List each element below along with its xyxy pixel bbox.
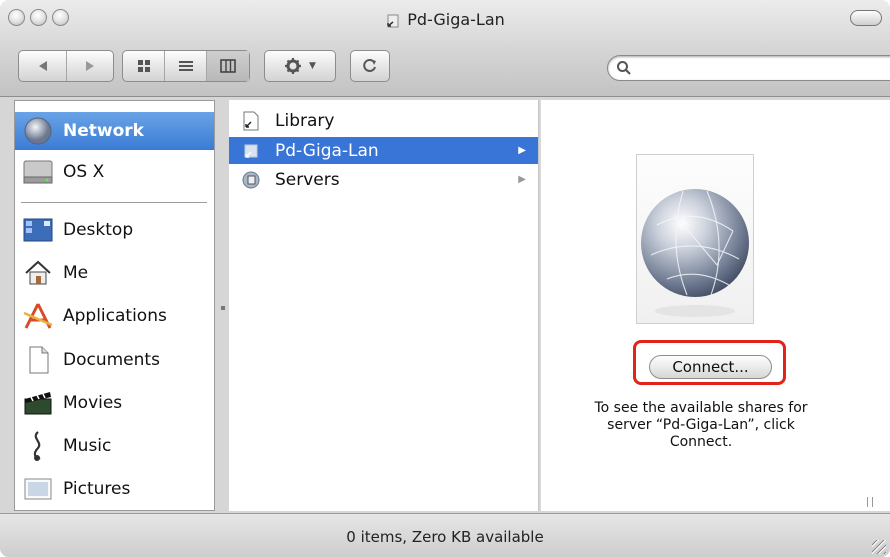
chevron-down-icon: ▼ <box>309 61 316 71</box>
clapboard-icon <box>21 387 55 419</box>
list-view-button[interactable] <box>165 51 207 81</box>
disclosure-arrow-icon: ▶ <box>518 174 526 185</box>
back-arrow-icon <box>38 61 47 71</box>
toolbar-toggle-button[interactable] <box>850 10 882 26</box>
window-title-area: Pd-Giga-Lan <box>0 10 890 29</box>
list-item-library[interactable]: Library <box>229 107 538 134</box>
info-line: Connect. <box>669 434 733 450</box>
icon-view-button[interactable] <box>123 51 165 81</box>
disclosure-arrow-icon: ▶ <box>518 145 526 156</box>
sidebar-item-pictures[interactable]: Pictures <box>15 470 214 508</box>
music-note-icon <box>21 430 55 462</box>
sidebar-item-label: Music <box>63 436 112 456</box>
resize-grip-icon[interactable] <box>872 540 886 554</box>
column-resize-handle[interactable] <box>867 497 873 507</box>
sidebar-divider <box>21 202 207 203</box>
picture-icon <box>21 473 55 505</box>
browser-column: Library Pd-Giga-Lan ▶ Servers ▶ <box>229 100 549 511</box>
list-item-label: Pd-Giga-Lan <box>275 140 379 161</box>
search-field[interactable] <box>607 55 890 81</box>
sidebar-item-label: Desktop <box>63 220 134 240</box>
sidebar-item-applications[interactable]: Applications <box>15 297 214 335</box>
title-bar[interactable]: Pd-Giga-Lan ▼ <box>0 0 890 97</box>
info-line: server “Pd-Giga-Lan”, click <box>607 417 795 433</box>
sidebar-item-os-x[interactable]: OS X <box>15 153 214 191</box>
icon-view-icon <box>137 60 150 72</box>
back-forward-group <box>18 50 114 82</box>
home-icon <box>21 257 55 289</box>
list-view-icon <box>178 61 193 71</box>
back-button[interactable] <box>19 51 67 81</box>
sidebar-item-network[interactable]: Network <box>15 112 214 150</box>
hard-disk-icon <box>21 156 55 188</box>
column-view-button[interactable] <box>207 51 249 81</box>
sidebar-item-label: Network <box>63 121 144 141</box>
sidebar-item-movies[interactable]: Movies <box>15 384 214 422</box>
network-globe-icon <box>21 115 55 147</box>
reload-button[interactable] <box>350 50 390 82</box>
sidebar-item-documents[interactable]: Documents <box>15 341 214 379</box>
info-line: To see the available shares for <box>594 400 808 416</box>
list-item-pd-giga-lan[interactable]: Pd-Giga-Lan ▶ <box>229 137 538 164</box>
sidebar-item-music[interactable]: Music <box>15 427 214 465</box>
desktop-icon <box>21 214 55 246</box>
column-view-icon <box>220 59 236 73</box>
connect-button[interactable]: Connect... <box>649 355 772 379</box>
list-item-label: Library <box>275 110 335 131</box>
sidebar-item-label: Pictures <box>63 479 131 499</box>
sidebar-item-label: Documents <box>63 350 160 370</box>
sidebar-splitter[interactable] <box>217 100 229 511</box>
servers-icon <box>241 170 261 190</box>
forward-button[interactable] <box>67 51 113 81</box>
document-icon <box>21 344 55 376</box>
window-title: Pd-Giga-Lan <box>407 10 505 29</box>
connect-info: To see the available shares for server “… <box>561 400 841 451</box>
sidebar-item-desktop[interactable]: Desktop <box>15 211 214 249</box>
server-alias-icon[interactable] <box>385 13 401 29</box>
sidebar-item-label: OS X <box>63 162 105 182</box>
list-item-servers[interactable]: Servers ▶ <box>229 166 538 193</box>
action-menu-button[interactable]: ▼ <box>264 50 336 82</box>
gear-icon <box>285 58 302 74</box>
forward-arrow-icon <box>86 61 94 71</box>
reload-icon <box>363 59 376 72</box>
status-bar: 0 items, Zero KB available <box>0 513 890 557</box>
sidebar-item-label: Movies <box>63 393 123 413</box>
alias-icon <box>241 111 261 131</box>
list-item-label: Servers <box>275 169 340 190</box>
sidebar: Network OS X Desktop Me Applications Doc… <box>14 100 215 511</box>
network-globe-icon <box>636 154 754 324</box>
splitter-handle[interactable] <box>221 306 225 310</box>
sidebar-item-label: Me <box>63 263 89 283</box>
sidebar-item-me[interactable]: Me <box>15 254 214 292</box>
server-alias-icon <box>241 141 261 161</box>
status-text: 0 items, Zero KB available <box>346 528 544 546</box>
finder-window: Pd-Giga-Lan ▼ Network OS X Desktop Me Ap… <box>0 0 890 557</box>
view-mode-group <box>122 50 250 82</box>
sidebar-item-label: Applications <box>63 306 167 326</box>
preview-column: Connect... To see the available shares f… <box>540 100 890 511</box>
applications-icon <box>21 300 55 332</box>
search-icon <box>617 61 631 75</box>
search-input[interactable] <box>636 60 880 77</box>
